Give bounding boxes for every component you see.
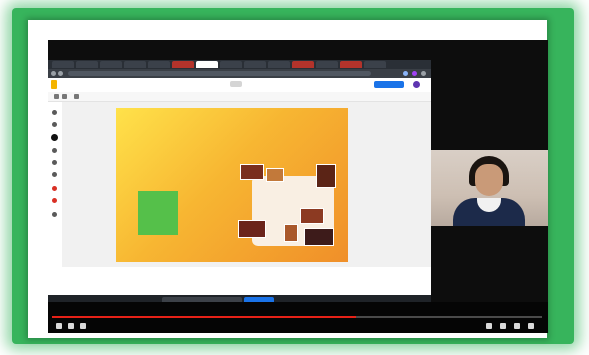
redo-icon[interactable]: [62, 94, 67, 99]
clear-icon[interactable]: [52, 212, 57, 217]
browser-tab[interactable]: [220, 61, 242, 68]
browser-tab[interactable]: [316, 61, 338, 68]
zoom-icon[interactable]: [74, 94, 79, 99]
shape-tool-icon[interactable]: [52, 172, 57, 177]
participant-video-tile: [431, 150, 548, 226]
browser-tab[interactable]: [52, 61, 74, 68]
theater-photo: [284, 224, 298, 242]
slides-toolbar: [48, 92, 431, 102]
next-icon[interactable]: [68, 323, 74, 329]
back-icon[interactable]: [51, 71, 56, 76]
browser-window: [48, 60, 431, 318]
browser-tab[interactable]: [244, 61, 266, 68]
slides-header: [48, 78, 431, 92]
url-field[interactable]: [68, 71, 371, 76]
color-picker-icon[interactable]: [51, 134, 58, 141]
browser-tab[interactable]: [364, 61, 386, 68]
browser-tab[interactable]: [124, 61, 146, 68]
browser-tab[interactable]: [100, 61, 122, 68]
address-bar: [48, 69, 431, 78]
volume-icon[interactable]: [80, 323, 86, 329]
eraser-tool-icon[interactable]: [52, 148, 57, 153]
browser-tab-bar: [48, 60, 431, 69]
play-icon[interactable]: [56, 323, 62, 329]
drawing-tools-rail: [48, 102, 62, 267]
account-avatar[interactable]: [413, 81, 420, 88]
browser-tab[interactable]: [268, 61, 290, 68]
video-progress-bar[interactable]: [52, 316, 542, 318]
video-screen: [48, 40, 548, 333]
menu-icon[interactable]: [421, 71, 426, 76]
undo-icon[interactable]: [54, 94, 59, 99]
profile-icon[interactable]: [412, 71, 417, 76]
theater-photo: [240, 164, 264, 180]
theater-mode-icon[interactable]: [514, 323, 520, 329]
reload-icon[interactable]: [58, 71, 63, 76]
browser-tab[interactable]: [76, 61, 98, 68]
theater-photo: [238, 220, 266, 238]
pointer-tool-icon[interactable]: [52, 160, 57, 165]
zoom-control[interactable]: [230, 81, 242, 87]
browser-tab[interactable]: [340, 61, 362, 68]
theater-photo: [300, 208, 324, 224]
video-progress-fill: [52, 316, 356, 318]
miniplayer-icon[interactable]: [500, 323, 506, 329]
browser-tab-active[interactable]: [196, 61, 218, 68]
browser-tab[interactable]: [292, 61, 314, 68]
presentation-slide: [116, 108, 348, 262]
slides-logo-icon: [51, 80, 57, 89]
fullscreen-icon[interactable]: [528, 323, 534, 329]
green-sticky-note: [138, 191, 178, 235]
pen-tool-icon[interactable]: [52, 110, 57, 115]
extension-icon[interactable]: [403, 71, 408, 76]
participant-face: [475, 164, 503, 196]
browser-tab[interactable]: [172, 61, 194, 68]
highlighter-icon[interactable]: [52, 198, 57, 203]
present-button[interactable]: [374, 81, 404, 88]
laser-pointer-icon[interactable]: [52, 186, 57, 191]
theater-photo: [266, 168, 284, 182]
theater-photo: [316, 164, 336, 188]
theater-photo: [304, 228, 334, 246]
settings-icon[interactable]: [486, 323, 492, 329]
browser-tab[interactable]: [148, 61, 170, 68]
marker-tool-icon[interactable]: [52, 122, 57, 127]
